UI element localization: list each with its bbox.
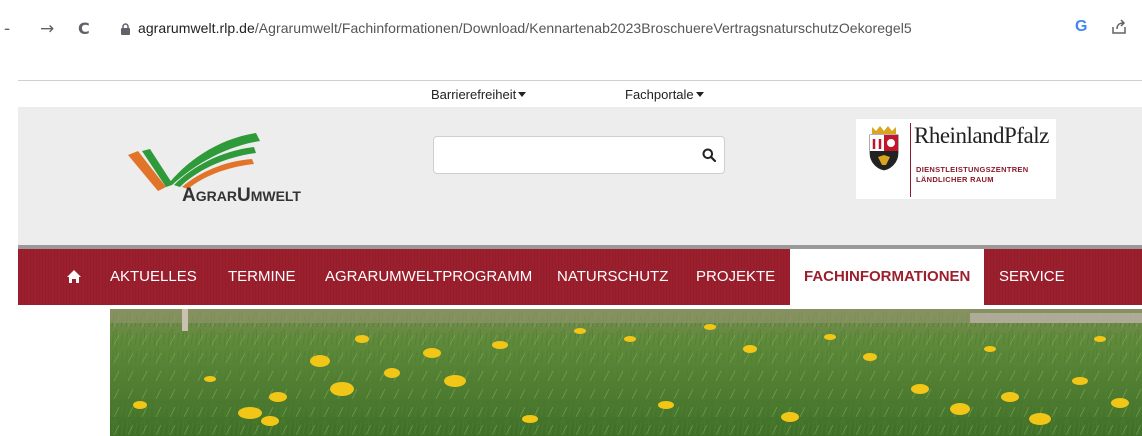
nav-termine[interactable]: TERMINE: [228, 249, 296, 305]
topmenu-label: Fachportale: [625, 87, 694, 102]
url-path: /Agrarumwelt/Fachinformationen/Download/…: [254, 20, 912, 36]
nav-fachinformationen[interactable]: FACHINFORMATIONEN: [790, 249, 985, 305]
nav-aktuelles[interactable]: AKTUELLES: [110, 249, 197, 305]
logo-letters: GRAR: [195, 188, 237, 204]
url-host: agrarumwelt.rlp.de: [138, 20, 255, 36]
coat-of-arms-icon: [869, 126, 899, 171]
share-icon[interactable]: [1110, 18, 1128, 36]
home-icon[interactable]: [66, 269, 82, 284]
google-letter: G: [1075, 18, 1088, 35]
meadow-illustration: [110, 309, 1142, 436]
nav-naturschutz[interactable]: NATURSCHUTZ: [557, 249, 668, 305]
google-icon[interactable]: G: [1075, 18, 1087, 36]
rlp-logo[interactable]: RheinlandPfalz DIENSTLEISTUNGSZENTREN LÄ…: [856, 119, 1056, 199]
url-text[interactable]: agrarumwelt.rlp.de/Agrarumwelt/Fachinfor…: [138, 20, 912, 36]
reload-button[interactable]: C: [78, 19, 90, 39]
rlp-subtitle-line: LÄNDLICHER RAUM: [916, 175, 994, 184]
topmenu-fachportale[interactable]: Fachportale: [625, 87, 704, 102]
nav-service[interactable]: SERVICE: [999, 249, 1065, 305]
topmenu-label: Barrierefreiheit: [431, 87, 517, 102]
agrarumwelt-logo[interactable]: AGRARUMWELT: [126, 125, 326, 215]
caret-down-icon: [518, 92, 527, 97]
site-header: AGRARUMWELT RheinlandPfalz DIENSTLEISTUN…: [18, 107, 1142, 245]
search-icon[interactable]: [702, 148, 716, 162]
browser-toolbar: - → C agrarumwelt.rlp.de/Agrarumwelt/Fac…: [0, 0, 1142, 70]
nav-agrarumweltprogramm[interactable]: AGRARUMWELTPROGRAMM: [325, 249, 532, 305]
forward-button[interactable]: →: [40, 19, 54, 39]
nav-projekte[interactable]: PROJEKTE: [696, 249, 775, 305]
search-box: [433, 136, 725, 174]
logo-wordmark: AGRARUMWELT: [182, 185, 301, 207]
topmenu-barrierefreiheit[interactable]: Barrierefreiheit: [431, 87, 527, 102]
rlp-subtitle-line: DIENSTLEISTUNGSZENTREN: [916, 165, 1029, 174]
search-input[interactable]: [442, 143, 692, 167]
rlp-subtitle: DIENSTLEISTUNGSZENTREN LÄNDLICHER RAUM: [916, 165, 1028, 185]
rlp-wordmark: RheinlandPfalz: [914, 123, 1049, 148]
top-menu: Barrierefreiheit Fachportale: [18, 81, 1142, 107]
back-button[interactable]: -: [4, 19, 10, 39]
main-navigation: AKTUELLES TERMINE AGRARUMWELTPROGRAMM NA…: [18, 249, 1142, 305]
hero-image-meadow: [110, 309, 1142, 436]
caret-down-icon: [695, 92, 704, 97]
logo-divider: [910, 123, 911, 197]
logo-letter: U: [236, 185, 251, 206]
logo-letters: MWELT: [250, 188, 301, 204]
lock-icon[interactable]: [120, 23, 131, 35]
logo-letter: A: [182, 185, 196, 206]
address-bar[interactable]: agrarumwelt.rlp.de/Agrarumwelt/Fachinfor…: [104, 16, 1142, 44]
